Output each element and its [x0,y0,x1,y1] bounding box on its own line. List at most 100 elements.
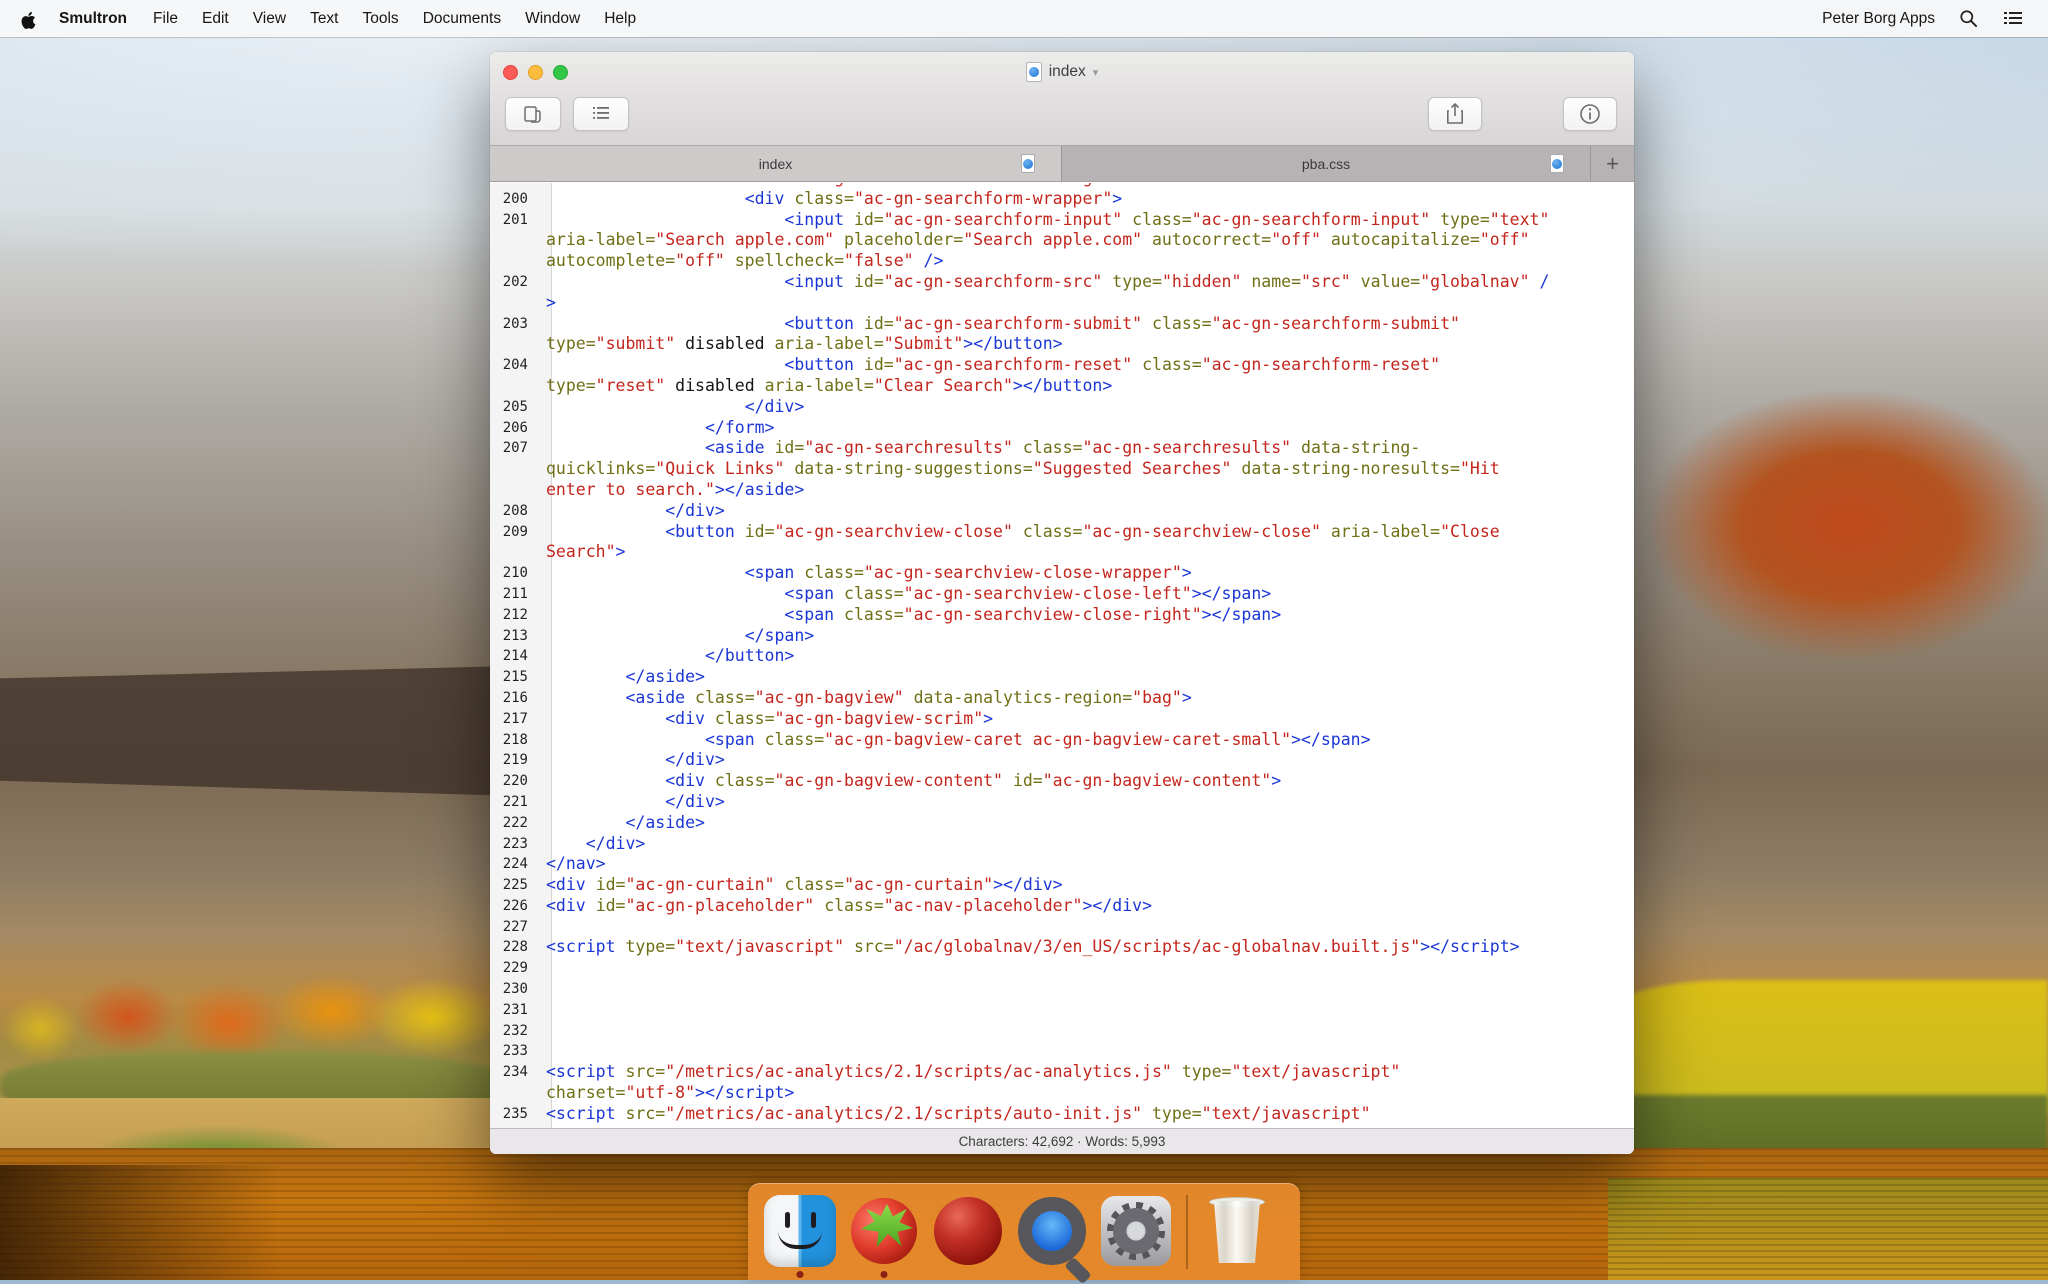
code-text: <div id="ac-gn-curtain" class="ac-gn-cur… [540,875,1063,896]
document-proxy-icon[interactable] [1026,62,1042,82]
minimize-button[interactable] [528,65,543,80]
running-indicator [797,1271,804,1278]
status-bar: Characters: 42,692 · Words: 5,993 [490,1128,1634,1154]
code-line: 214 </button> [490,646,1634,667]
dock-item-trash[interactable] [1202,1195,1274,1280]
code-text: <span class="ac-gn-searchview-close-righ… [540,605,1281,626]
window-titlebar[interactable]: index ▾ [490,52,1634,92]
notification-center-icon[interactable] [2002,10,2024,28]
code-text: <script src="/metrics/ac-analytics/2.1/s… [540,1062,1400,1083]
code-line: 201 <input id="ac-gn-searchform-input" c… [490,210,1634,231]
code-line: 215 </aside> [490,667,1634,688]
line-number: 217 [490,709,540,730]
title-group: index ▾ [490,52,1634,92]
code-text: <div class="ac-gn-searchform-wrapper"> [540,189,1122,210]
code-text: </div> [540,501,725,522]
code-line: 230 [490,979,1634,1000]
code-line: 233 [490,1041,1634,1062]
code-line: 203 <button id="ac-gn-searchform-submit"… [490,314,1634,335]
code-line: aria-label="Search apple.com" placeholde… [490,230,1634,251]
code-line: 200 <div class="ac-gn-searchform-wrapper… [490,189,1634,210]
new-tab-button[interactable]: + [1590,146,1634,181]
zoom-button[interactable] [553,65,568,80]
code-text: <button id="ac-gn-searchview-close" clas… [540,522,1500,543]
gear-hub [1128,1223,1144,1239]
tab-index[interactable]: index [490,146,1062,181]
apple-menu[interactable] [18,9,47,29]
code-text: <span class="ac-gn-searchview-close-wrap… [540,563,1192,584]
code-line: 226<div id="ac-gn-placeholder" class="ac… [490,896,1634,917]
line-number: 207 [490,438,540,459]
dock-item-finder[interactable] [764,1195,836,1280]
snippets-list-icon [590,104,612,124]
dock-item-system-preferences[interactable] [1100,1195,1172,1280]
tab-pba-css[interactable]: pba.css [1062,146,1590,181]
documents-icon [522,103,544,125]
line-number [490,459,540,480]
menu-item-edit[interactable]: Edit [190,0,241,37]
share-button[interactable] [1428,97,1482,131]
line-number: 227 [490,917,540,938]
line-number: 211 [490,584,540,605]
line-number: 215 [490,667,540,688]
tab-bar: index pba.css + [490,146,1634,182]
dock-item-smultron[interactable] [848,1195,920,1280]
code-line: 202 <input id="ac-gn-searchform-src" typ… [490,272,1634,293]
line-number: 200 [490,189,540,210]
search-icon[interactable] [1959,9,1978,28]
menu-item-text[interactable]: Text [298,0,350,37]
wallpaper-shrubs-left [0,1052,510,1120]
info-icon [1579,103,1601,125]
code-text: Search"> [540,542,625,563]
code-line: Search"> [490,542,1634,563]
snippets-list-button[interactable] [573,97,629,131]
code-text: </div> [540,834,645,855]
trash-icon [1212,1201,1262,1263]
code-text: <input id="ac-gn-searchform-src" type="h… [540,272,1549,293]
menu-item-window[interactable]: Window [513,0,592,37]
dock-item-quicktime[interactable] [1016,1195,1088,1280]
code-text: type="submit" disabled aria-label="Submi… [540,334,1063,355]
menu-item-view[interactable]: View [241,0,298,37]
tab-label: pba.css [1302,156,1350,172]
line-number [490,251,540,272]
code-text: <button id="ac-gn-searchform-reset" clas… [540,355,1440,376]
line-number: 205 [490,397,540,418]
wallpaper-meadow-left [0,1098,520,1176]
code-editor[interactable]: 199 <form id="ac-gn-searchform" class="a… [490,183,1634,1128]
chevron-down-icon[interactable]: ▾ [1093,66,1099,79]
code-line: 204 <button id="ac-gn-searchform-reset" … [490,355,1634,376]
code-text: quicklinks="Quick Links" data-string-sug… [540,459,1500,480]
menu-item-file[interactable]: File [141,0,190,37]
line-number: 210 [490,563,540,584]
menu-item-smultron[interactable]: Smultron [47,0,141,37]
window-title: index [1049,63,1086,81]
info-button[interactable] [1563,97,1617,131]
close-button[interactable] [503,65,518,80]
code-line: 228<script type="text/javascript" src="/… [490,937,1634,958]
wallpaper-rust-patch [1608,350,2048,700]
line-number: 208 [490,501,540,522]
menu-bar: SmultronFileEditViewTextToolsDocumentsWi… [0,0,2048,37]
line-number: 229 [490,958,540,979]
documents-sidebar-button[interactable] [505,97,561,131]
menu-item-tools[interactable]: Tools [351,0,411,37]
code-line: 213 </span> [490,626,1634,647]
traffic-lights [503,65,568,80]
css-badge-icon [1552,159,1562,169]
code-line: 224</nav> [490,854,1634,875]
code-text: type="reset" disabled aria-label="Clear … [540,376,1112,397]
code-line: 229 [490,958,1634,979]
code-text: > [540,293,556,314]
line-number: 220 [490,771,540,792]
code-line: 206 </form> [490,418,1634,439]
menu-extra-peter-borg-apps[interactable]: Peter Borg Apps [1822,10,1935,28]
dock-item-red-sphere-app[interactable] [932,1195,1004,1280]
code-line: quicklinks="Quick Links" data-string-sug… [490,459,1634,480]
menu-item-help[interactable]: Help [592,0,648,37]
menu-item-documents[interactable]: Documents [411,0,513,37]
line-number: 222 [490,813,540,834]
line-number: 216 [490,688,540,709]
code-line: 231 [490,1000,1634,1021]
code-line: 222 </aside> [490,813,1634,834]
